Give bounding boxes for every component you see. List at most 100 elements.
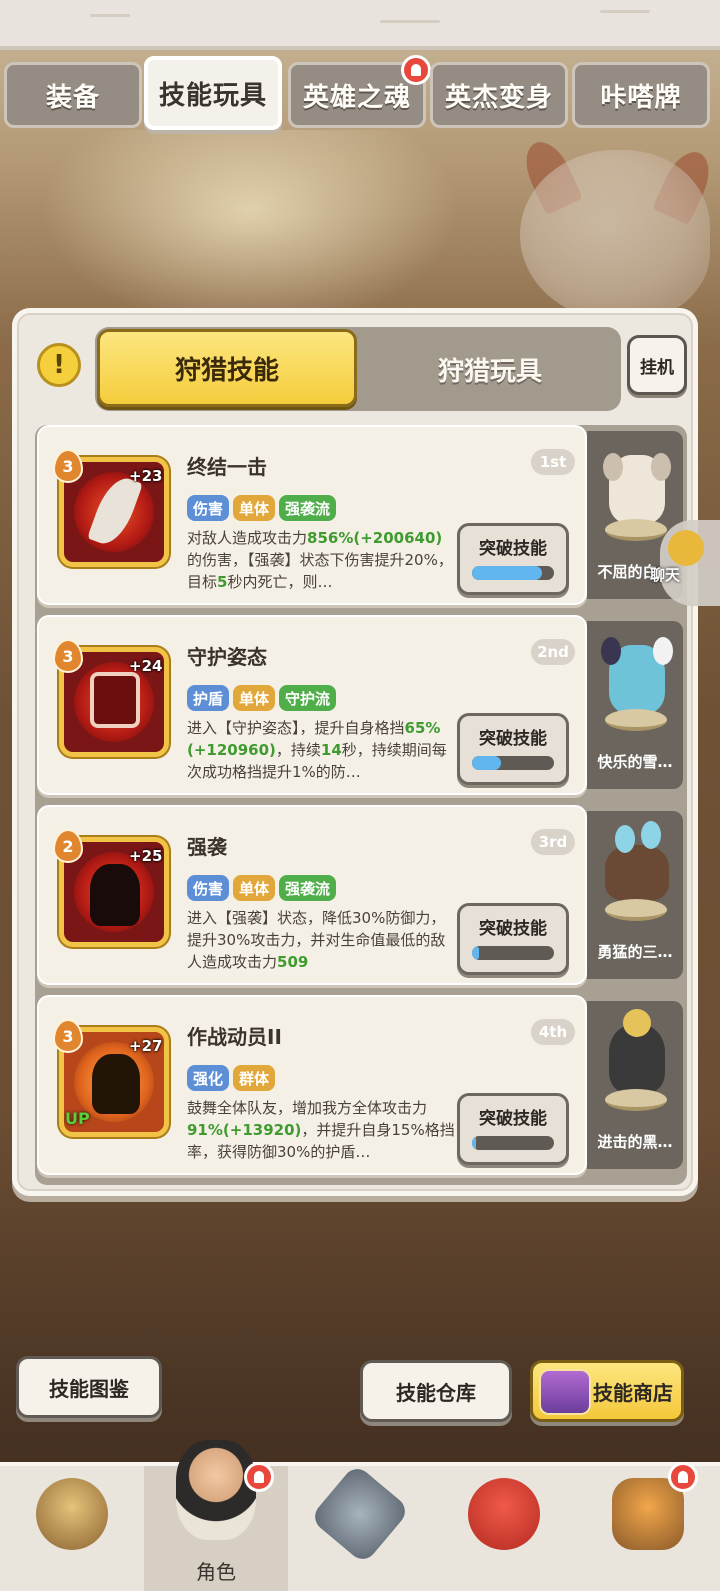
breakthrough-label: 突破技能 xyxy=(479,1109,547,1129)
idle-label: 挂机 xyxy=(640,357,674,378)
skill-tag: 护盾 xyxy=(187,685,230,711)
breakthrough-button[interactable]: 突破技能 xyxy=(457,523,569,595)
skill-description: 鼓舞全体队友，增加我方全体攻击力91%(+13920)，并提升自身15%格挡率，… xyxy=(187,1099,455,1161)
hunting-segment-control: 狩猎技能 狩猎玩具 xyxy=(95,327,621,411)
tab-label: 技能玩具 xyxy=(158,80,267,111)
chat-button[interactable]: 聊天 xyxy=(650,520,720,606)
button-label: 技能仓库 xyxy=(396,1380,476,1405)
shield-icon xyxy=(90,672,140,728)
skill-rank-badge: 4th xyxy=(531,1019,575,1045)
upgrade-indicator: UP xyxy=(65,1109,90,1128)
bottom-nav: 角色 xyxy=(0,1440,720,1591)
enhance-count: +25 xyxy=(129,847,163,865)
nav-item-weapon[interactable] xyxy=(288,1463,432,1591)
breakthrough-label: 突破技能 xyxy=(479,729,547,749)
skill-tag: 守护流 xyxy=(279,685,337,711)
skill-tag: 强袭流 xyxy=(279,875,337,901)
enhance-count: +27 xyxy=(129,1037,163,1055)
skill-row: 3 +27 UP 作战动员II 4th 强化 群体 鼓舞全体队友，增加我方全体攻… xyxy=(37,995,687,1175)
tab-label: 英杰变身 xyxy=(444,82,553,113)
tab-label: 咔嗒牌 xyxy=(600,82,682,113)
idle-button[interactable]: 挂机 xyxy=(627,335,687,395)
segment-label: 狩猎技能 xyxy=(174,355,279,386)
skill-description: 对敌人造成攻击力856%(+200640)的伤害，【强袭】状态下伤害提升20%，… xyxy=(187,529,453,591)
top-stone-bar xyxy=(0,0,720,50)
pet-slot[interactable]: 进击的黑… xyxy=(587,1001,683,1169)
tab-equipment[interactable]: 装备 xyxy=(4,62,142,128)
pet-name: 勇猛的三… xyxy=(597,943,673,961)
nav-item-character[interactable]: 角色 xyxy=(144,1440,288,1591)
breakthrough-label: 突破技能 xyxy=(479,539,547,559)
breakthrough-progress xyxy=(472,1136,554,1150)
tab-hero-transform[interactable]: 英杰变身 xyxy=(430,62,568,128)
skill-name: 终结一击 xyxy=(187,455,267,479)
skill-card[interactable]: 3 +23 终结一击 1st 伤害 单体 强袭流 对敌人造成攻击力856%(+2… xyxy=(37,425,587,605)
segment-hunting-toys[interactable]: 狩猎玩具 xyxy=(359,327,621,411)
skill-rank-badge: 2nd xyxy=(531,639,575,665)
breakthrough-progress xyxy=(472,946,554,960)
nav-item-totem[interactable] xyxy=(576,1462,720,1591)
skill-row: 2 +25 强袭 3rd 伤害 单体 强袭流 进入【强袭】状态，降低30%防御力… xyxy=(37,805,687,985)
skill-name: 作战动员II xyxy=(187,1025,282,1049)
breakthrough-button[interactable]: 突破技能 xyxy=(457,1093,569,1165)
breakthrough-label: 突破技能 xyxy=(479,919,547,939)
skill-tags: 护盾 单体 守护流 xyxy=(187,685,337,711)
skill-panel: ! 狩猎技能 狩猎玩具 挂机 3 +23 终结一击 1st 伤害 单体 强袭流 … xyxy=(12,308,698,1196)
skill-tag: 强化 xyxy=(187,1065,230,1091)
breakthrough-button[interactable]: 突破技能 xyxy=(457,903,569,975)
breakthrough-progress xyxy=(472,566,554,580)
skill-tags: 伤害 单体 强袭流 xyxy=(187,875,337,901)
notification-bell-icon xyxy=(668,1462,698,1492)
skill-description: 进入【守护姿态】，提升自身格挡65%(+120960)，持续14秒，持续期间每次… xyxy=(187,719,447,781)
notification-bell-icon xyxy=(244,1462,274,1492)
segment-label: 狩猎玩具 xyxy=(437,356,542,387)
skill-collection-button[interactable]: 技能图鉴 xyxy=(16,1356,162,1418)
dino-icon xyxy=(468,1478,540,1550)
skill-tags: 伤害 单体 强袭流 xyxy=(187,495,337,521)
skill-level-badge: 3 xyxy=(53,639,83,673)
notification-bell-icon xyxy=(401,55,431,85)
skill-level-badge: 3 xyxy=(53,1019,83,1053)
hero-icon xyxy=(176,1440,256,1540)
enhance-count: +24 xyxy=(129,657,163,675)
skill-tag: 强袭流 xyxy=(279,495,337,521)
tab-hero-soul[interactable]: 英雄之魂 xyxy=(288,55,431,128)
chat-avatar-icon xyxy=(668,530,704,566)
background-light xyxy=(40,130,460,330)
nav-item-pet[interactable] xyxy=(432,1466,576,1591)
tab-skill-toys[interactable]: 技能玩具 xyxy=(144,56,282,130)
skill-tag: 单体 xyxy=(233,685,276,711)
skill-row: 3 +23 终结一击 1st 伤害 单体 强袭流 对敌人造成攻击力856%(+2… xyxy=(37,425,687,605)
info-button[interactable]: ! xyxy=(37,343,81,387)
enhance-count: +23 xyxy=(129,467,163,485)
pet-name: 快乐的雪… xyxy=(597,753,673,771)
mammoth-icon xyxy=(36,1478,108,1550)
tab-card[interactable]: 咔嗒牌 xyxy=(572,62,710,128)
nav-item-mammoth[interactable] xyxy=(0,1466,144,1591)
sword-icon xyxy=(309,1463,411,1565)
triceratops-pet-icon xyxy=(605,845,669,901)
top-tab-bar: 装备 技能玩具 英雄之魂 英杰变身 咔嗒牌 xyxy=(4,55,716,130)
skill-warehouse-button[interactable]: 技能仓库 xyxy=(360,1360,512,1422)
skill-description: 进入【强袭】状态，降低30%防御力，提升30%攻击力，并对生命值最低的敌人造成攻… xyxy=(187,909,446,971)
segment-hunting-skills[interactable]: 狩猎技能 xyxy=(97,329,357,407)
skull-decoration xyxy=(520,150,710,320)
skill-tag: 伤害 xyxy=(187,875,230,901)
breakthrough-button[interactable]: 突破技能 xyxy=(457,713,569,785)
skill-row: 3 +24 守护姿态 2nd 护盾 单体 守护流 进入【守护姿态】，提升自身格挡… xyxy=(37,615,687,795)
skill-card[interactable]: 3 +27 UP 作战动员II 4th 强化 群体 鼓舞全体队友，增加我方全体攻… xyxy=(37,995,587,1175)
skill-name: 守护姿态 xyxy=(187,645,267,669)
skill-card[interactable]: 2 +25 强袭 3rd 伤害 单体 强袭流 进入【强袭】状态，降低30%防御力… xyxy=(37,805,587,985)
skill-tags: 强化 群体 xyxy=(187,1065,276,1091)
skill-level-badge: 2 xyxy=(53,829,83,863)
pet-name: 进击的黑… xyxy=(597,1133,673,1151)
pet-slot[interactable]: 快乐的雪… xyxy=(587,621,683,789)
skill-shop-button[interactable]: 技能商店 xyxy=(530,1360,684,1422)
skill-rank-badge: 3rd xyxy=(531,829,575,855)
pet-slot[interactable]: 勇猛的三… xyxy=(587,811,683,979)
skill-rank-badge: 1st xyxy=(531,449,575,475)
rage-figure-icon xyxy=(90,864,140,926)
skill-card[interactable]: 3 +24 守护姿态 2nd 护盾 单体 守护流 进入【守护姿态】，提升自身格挡… xyxy=(37,615,587,795)
button-label: 技能图鉴 xyxy=(49,1376,129,1401)
skill-name: 强袭 xyxy=(187,835,227,859)
